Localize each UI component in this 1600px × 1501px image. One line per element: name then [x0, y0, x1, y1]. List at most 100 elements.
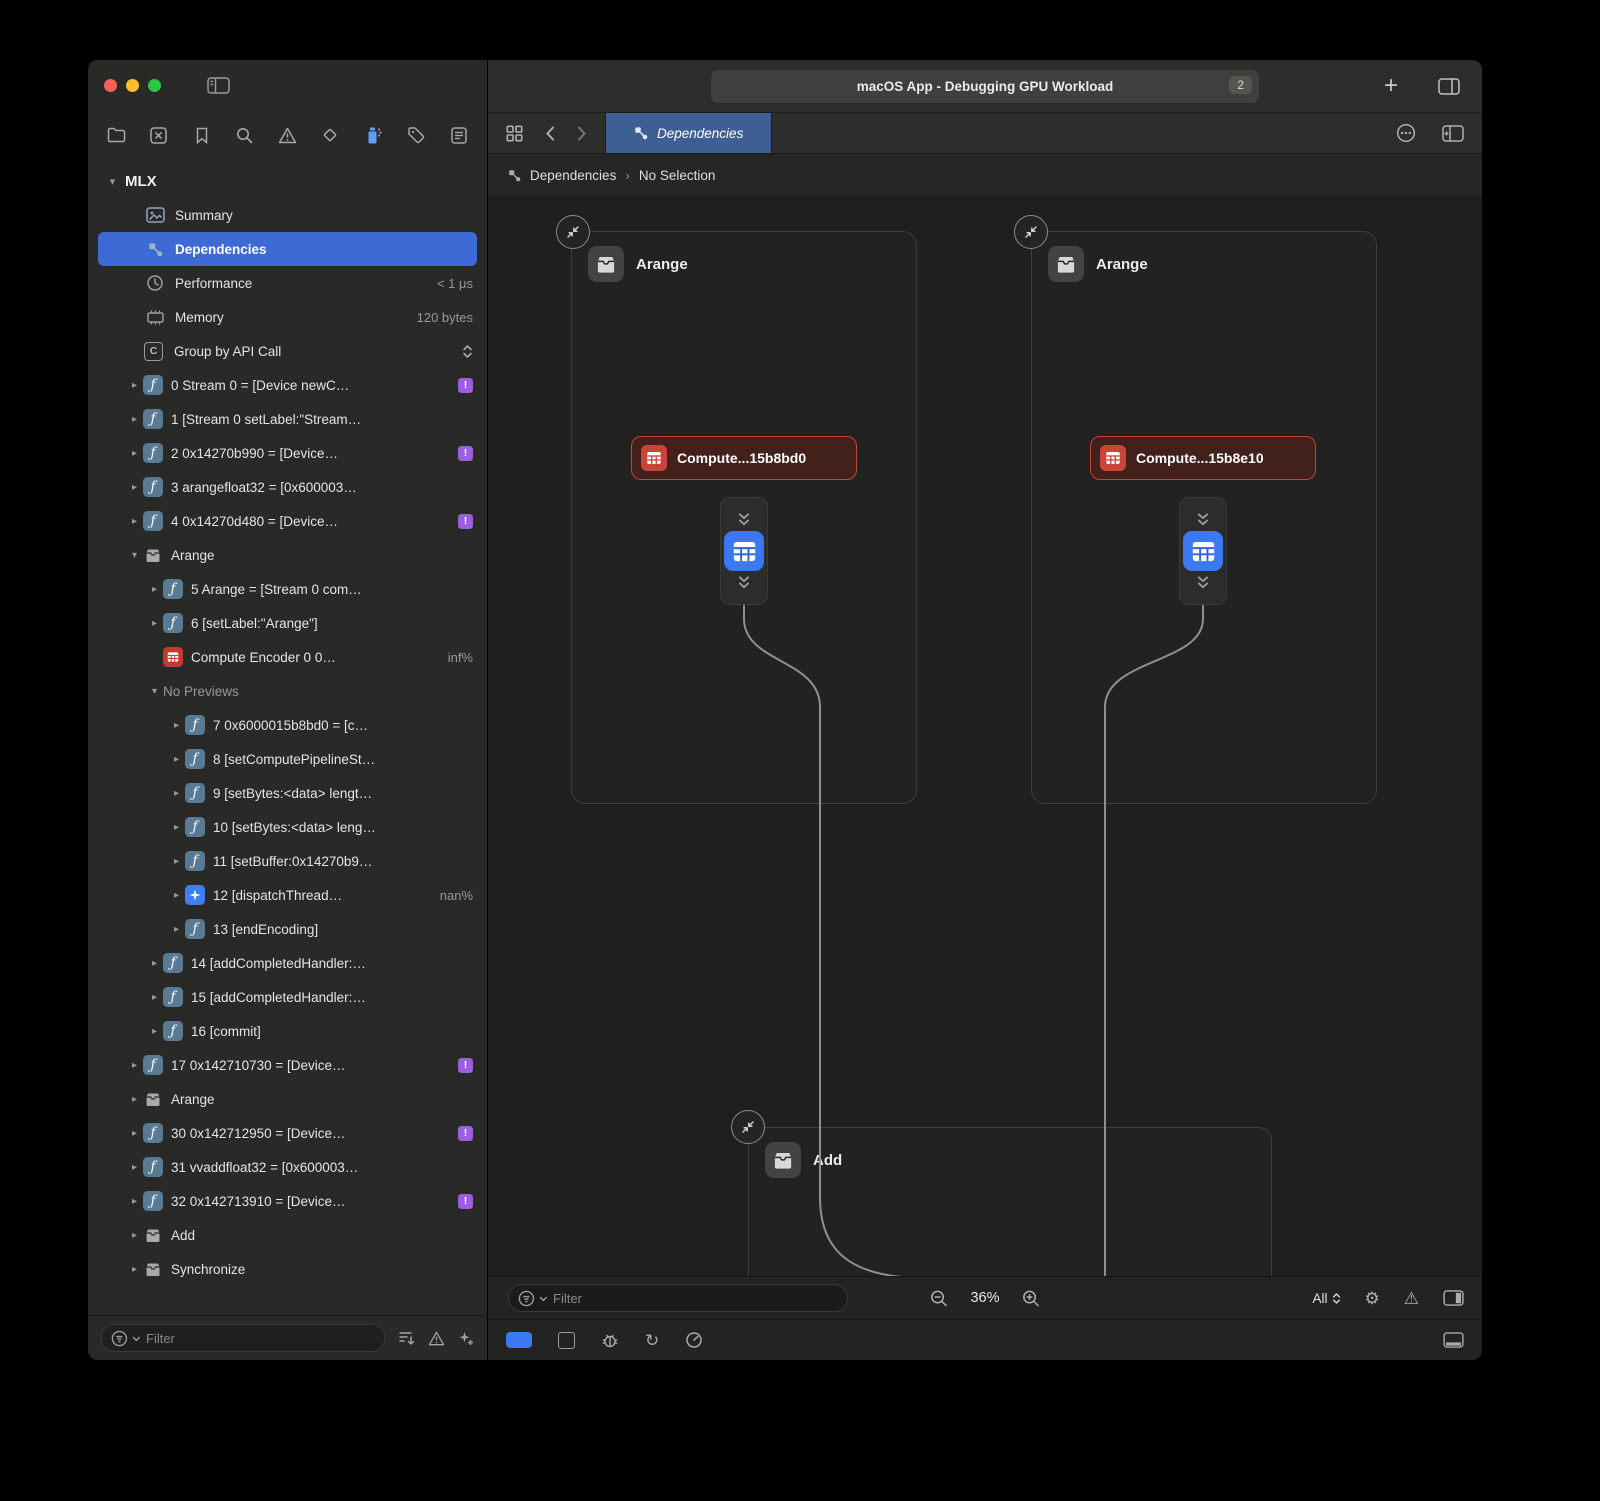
- disclosure-chevron[interactable]: ▸: [126, 1128, 143, 1139]
- runtime-issue-icon[interactable]: !: [458, 1058, 473, 1073]
- tree-row[interactable]: ▸ƒ14 [addCompletedHandler:…: [88, 946, 487, 980]
- navigator-filter-field[interactable]: Filter: [101, 1324, 385, 1352]
- disclosure-chevron[interactable]: ▾: [146, 686, 163, 697]
- warning-icon[interactable]: ⚠: [1404, 1290, 1419, 1307]
- tree-row[interactable]: ▸ƒ9 [setBytes:<data> lengt…: [88, 776, 487, 810]
- collapse-group-button[interactable]: [1014, 215, 1048, 249]
- warning-filter-icon[interactable]: [428, 1331, 445, 1346]
- collapse-group-button[interactable]: [731, 1110, 765, 1144]
- graph-view-toggle[interactable]: [506, 1332, 532, 1348]
- tree-root-mlx[interactable]: ▾ MLX: [88, 164, 487, 198]
- right-panel-icon[interactable]: [1443, 1290, 1464, 1306]
- tree-row[interactable]: ▸ƒ15 [addCompletedHandler:…: [88, 980, 487, 1014]
- issues-icon[interactable]: [277, 124, 299, 146]
- sidebar-item-group-by-api-call[interactable]: CGroup by API Call: [88, 334, 487, 368]
- disclosure-chevron[interactable]: ▸: [126, 1162, 143, 1173]
- buffer-node[interactable]: [720, 497, 768, 605]
- tree-row[interactable]: ▸ƒ10 [setBytes:<data> leng…: [88, 810, 487, 844]
- tree-row[interactable]: ▸ƒ32 0x142713910 = [Device…!: [88, 1184, 487, 1218]
- speedometer-icon[interactable]: [685, 1331, 703, 1349]
- tree-row[interactable]: ▾No Previews: [88, 674, 487, 708]
- disclosure-chevron[interactable]: ▸: [146, 1026, 163, 1037]
- tag-icon[interactable]: [405, 124, 427, 146]
- sidebar-item-summary[interactable]: Summary: [88, 198, 487, 232]
- add-tab-icon[interactable]: +: [1384, 74, 1398, 98]
- disclosure-chevron[interactable]: ▸: [126, 1230, 143, 1241]
- window-title-pill[interactable]: macOS App - Debugging GPU Workload 2: [711, 70, 1259, 103]
- runtime-issue-icon[interactable]: !: [458, 1126, 473, 1141]
- tree-row[interactable]: Compute Encoder 0 0…inf%: [88, 640, 487, 674]
- add-editor-icon[interactable]: [1442, 125, 1464, 142]
- zoom-in-icon[interactable]: [1022, 1289, 1041, 1308]
- disclosure-chevron[interactable]: ▾: [104, 175, 121, 188]
- toggle-sidebar-icon[interactable]: [207, 77, 230, 94]
- disclosure-chevron[interactable]: ▸: [126, 380, 143, 391]
- disclosure-chevron[interactable]: ▸: [126, 1264, 143, 1275]
- runtime-issue-icon[interactable]: !: [458, 378, 473, 393]
- runtime-issue-icon[interactable]: !: [458, 1194, 473, 1209]
- tree-row[interactable]: ▸ƒ0 Stream 0 = [Device newC…!: [88, 368, 487, 402]
- compute-command-node[interactable]: Compute...15b8e10: [1090, 436, 1316, 480]
- zoom-out-icon[interactable]: [929, 1289, 948, 1308]
- list-view-toggle[interactable]: [558, 1332, 575, 1349]
- editor-layout-icon[interactable]: [1438, 78, 1460, 95]
- overview-grid-icon[interactable]: [506, 125, 523, 142]
- tree-row[interactable]: ▸ƒ3 arangefloat32 = [0x600003…: [88, 470, 487, 504]
- disclosure-chevron[interactable]: ▸: [126, 1094, 143, 1105]
- disclosure-chevron[interactable]: ▸: [146, 584, 163, 595]
- tree-row[interactable]: ▸ƒ2 0x14270b990 = [Device…!: [88, 436, 487, 470]
- tree-row[interactable]: ▸12 [dispatchThread…nan%: [88, 878, 487, 912]
- folder-icon[interactable]: [105, 124, 127, 146]
- bug-icon[interactable]: [601, 1331, 619, 1349]
- breadcrumb-item[interactable]: Dependencies: [530, 168, 616, 183]
- tree-row[interactable]: ▸ƒ31 vvaddfloat32 = [0x600003…: [88, 1150, 487, 1184]
- disclosure-chevron[interactable]: ▸: [168, 788, 185, 799]
- disclosure-chevron[interactable]: ▸: [168, 822, 185, 833]
- collapse-group-button[interactable]: [556, 215, 590, 249]
- disclosure-chevron[interactable]: ▸: [168, 856, 185, 867]
- disclosure-chevron[interactable]: ▸: [146, 618, 163, 629]
- tree-row[interactable]: ▸ƒ5 Arange = [Stream 0 com…: [88, 572, 487, 606]
- compute-command-node[interactable]: Compute...15b8bd0: [631, 436, 857, 480]
- debug-navigator-icon[interactable]: [362, 124, 384, 146]
- tree-row[interactable]: ▸ƒ11 [setBuffer:0x14270b9…: [88, 844, 487, 878]
- dependency-graph-canvas[interactable]: Arange Arange Add: [488, 197, 1482, 1276]
- tree-row[interactable]: ▸ƒ4 0x14270d480 = [Device…!: [88, 504, 487, 538]
- search-icon[interactable]: [234, 124, 256, 146]
- disclosure-chevron[interactable]: ▸: [126, 414, 143, 425]
- tree-row[interactable]: ▸ƒ7 0x6000015b8bd0 = [c…: [88, 708, 487, 742]
- bookmark-icon[interactable]: [191, 124, 213, 146]
- x-square-icon[interactable]: [148, 124, 170, 146]
- group-by-stepper[interactable]: [462, 344, 473, 359]
- sort-filter-icon[interactable]: [398, 1330, 415, 1346]
- tree-row[interactable]: ▸Add: [88, 1218, 487, 1252]
- tree-row[interactable]: ▸ƒ17 0x142710730 = [Device…!: [88, 1048, 487, 1082]
- tree-row[interactable]: ▸ƒ6 [setLabel:"Arange"]: [88, 606, 487, 640]
- tree-row[interactable]: ▸ƒ16 [commit]: [88, 1014, 487, 1048]
- gear-icon[interactable]: ⚙: [1365, 1290, 1380, 1307]
- tree-row[interactable]: ▾Arange: [88, 538, 487, 572]
- disclosure-chevron[interactable]: ▸: [126, 1196, 143, 1207]
- disclosure-chevron[interactable]: ▸: [126, 516, 143, 527]
- tree-row[interactable]: ▸ƒ1 [Stream 0 setLabel:"Stream…: [88, 402, 487, 436]
- sidebar-item-performance[interactable]: Performance< 1 μs: [88, 266, 487, 300]
- sidebar-item-dependencies[interactable]: Dependencies: [98, 232, 477, 266]
- disclosure-chevron[interactable]: ▸: [168, 924, 185, 935]
- tab-dependencies[interactable]: Dependencies: [605, 113, 772, 153]
- close-button[interactable]: [104, 79, 117, 92]
- tree-row[interactable]: ▸ƒ8 [setComputePipelineSt…: [88, 742, 487, 776]
- tree-row[interactable]: ▸ƒ13 [endEncoding]: [88, 912, 487, 946]
- tree-row[interactable]: ▸ƒ30 0x142712950 = [Device…!: [88, 1116, 487, 1150]
- fullscreen-button[interactable]: [148, 79, 161, 92]
- canvas-filter-field[interactable]: Filter: [508, 1284, 848, 1312]
- scope-dropdown[interactable]: All: [1312, 1291, 1340, 1306]
- forward-icon[interactable]: [577, 125, 587, 142]
- test-diamond-icon[interactable]: [319, 124, 341, 146]
- disclosure-chevron[interactable]: ▾: [126, 550, 143, 561]
- graph-group-add[interactable]: Add: [748, 1127, 1272, 1276]
- tree-row[interactable]: ▸Arange: [88, 1082, 487, 1116]
- disclosure-chevron[interactable]: ▸: [168, 720, 185, 731]
- disclosure-chevron[interactable]: ▸: [168, 890, 185, 901]
- disclosure-chevron[interactable]: ▸: [168, 754, 185, 765]
- breadcrumb-item[interactable]: No Selection: [639, 168, 716, 183]
